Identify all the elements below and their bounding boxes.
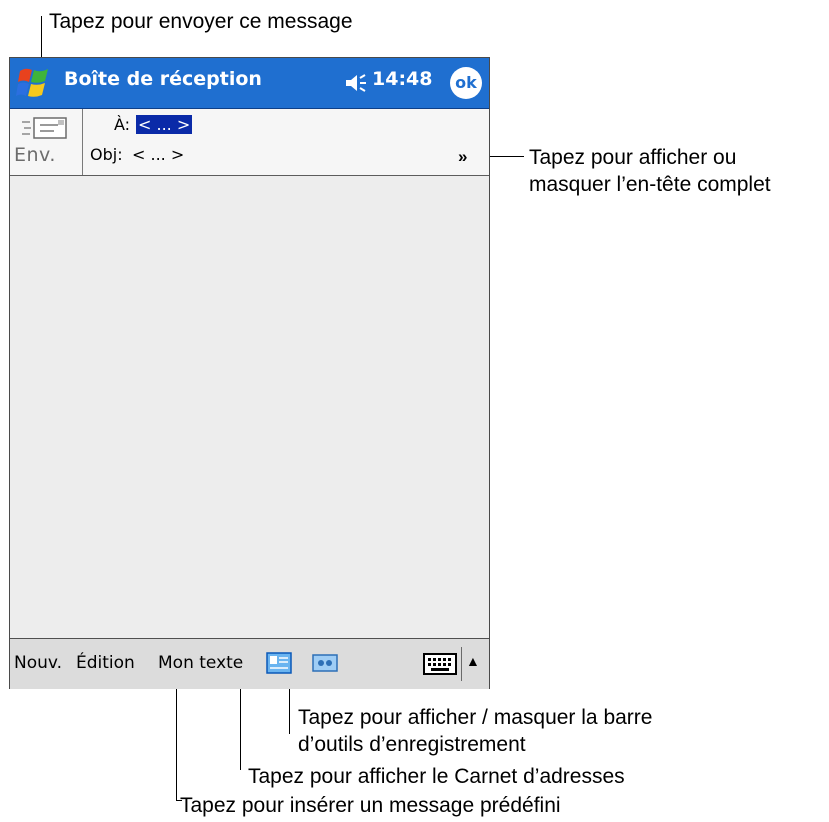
menu-bar: Nouv. Édition Mon texte ▲	[10, 638, 489, 689]
menu-new[interactable]: Nouv.	[14, 653, 62, 673]
callout-my-text-leader	[176, 678, 177, 800]
sip-separator	[461, 647, 462, 681]
pocket-pc-screen: Boîte de réception 14:48 ok Env. À: < ..…	[9, 57, 490, 689]
window-title[interactable]: Boîte de réception	[64, 68, 262, 90]
to-field[interactable]: < ... >	[136, 115, 193, 134]
subject-label: Obj:	[90, 145, 123, 164]
to-label: À:	[114, 115, 131, 134]
speaker-icon[interactable]	[344, 72, 368, 94]
callout-header-toggle-line2: masquer l’en-tête complet	[529, 173, 771, 196]
callout-address-book-leader	[240, 678, 241, 770]
callout-address-book: Tapez pour afficher le Carnet d’adresses	[248, 765, 625, 788]
keyboard-icon[interactable]	[423, 652, 457, 676]
menu-my-text[interactable]: Mon texte	[158, 653, 243, 673]
title-bar: Boîte de réception 14:48 ok	[10, 58, 489, 109]
callout-send: Tapez pour envoyer ce message	[49, 10, 353, 33]
menu-edit[interactable]: Édition	[76, 653, 135, 673]
callout-recording-line1: Tapez pour afficher / masquer la barre	[298, 706, 653, 729]
callout-recording-line2: d’outils d’enregistrement	[298, 733, 526, 756]
callout-my-text-leader-tick	[176, 800, 182, 801]
double-chevron-down-icon[interactable]: »	[458, 147, 467, 167]
subject-field[interactable]: < ... >	[132, 145, 184, 164]
message-body[interactable]	[10, 176, 489, 638]
triangle-up-icon[interactable]: ▲	[466, 653, 480, 669]
send-label: Env.	[14, 144, 56, 166]
envelope-icon	[22, 117, 67, 139]
windows-flag-icon[interactable]	[16, 65, 54, 101]
address-book-icon[interactable]	[266, 652, 292, 674]
recording-toolbar-icon[interactable]	[312, 652, 338, 674]
ok-button[interactable]: ok	[450, 67, 482, 99]
callout-my-text: Tapez pour insérer un message prédéfini	[180, 794, 561, 817]
message-header: Env. À: < ... > Obj: < ... > »	[10, 109, 489, 176]
callout-header-toggle-line1: Tapez pour afficher ou	[529, 146, 737, 169]
send-button[interactable]: Env.	[10, 109, 83, 175]
clock[interactable]: 14:48	[372, 68, 432, 90]
